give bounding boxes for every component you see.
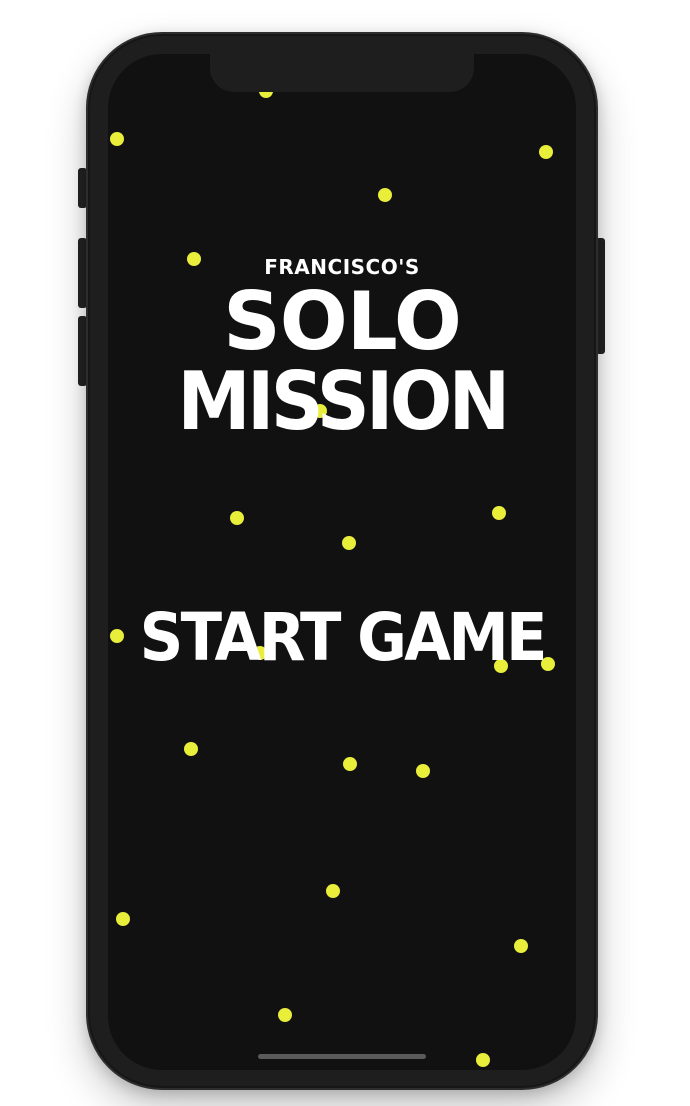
start-game-button[interactable]: START GAME [108, 600, 576, 676]
title-block: FRANCISCO'S SOLO MISSION [108, 252, 576, 442]
star-dot [342, 536, 356, 550]
star-dot [492, 506, 506, 520]
star-dot [539, 145, 553, 159]
star-dot [116, 912, 130, 926]
star-dot [343, 757, 357, 771]
star-dot [230, 511, 244, 525]
star-dot [476, 1053, 490, 1067]
star-dot [326, 884, 340, 898]
star-dot [514, 939, 528, 953]
home-indicator [258, 1054, 426, 1059]
device-mockup: FRANCISCO'S SOLO MISSION START GAME [0, 0, 690, 1106]
star-dot [378, 188, 392, 202]
game-title-line-2: MISSION [177, 355, 510, 448]
star-dot [110, 132, 124, 146]
game-title-line-1: SOLO [223, 275, 462, 368]
notch [210, 54, 474, 92]
star-dot [416, 764, 430, 778]
game-screen: FRANCISCO'S SOLO MISSION START GAME [108, 54, 576, 1070]
star-dot [184, 742, 198, 756]
star-dot [278, 1008, 292, 1022]
start-game-label: START GAME [139, 599, 547, 676]
